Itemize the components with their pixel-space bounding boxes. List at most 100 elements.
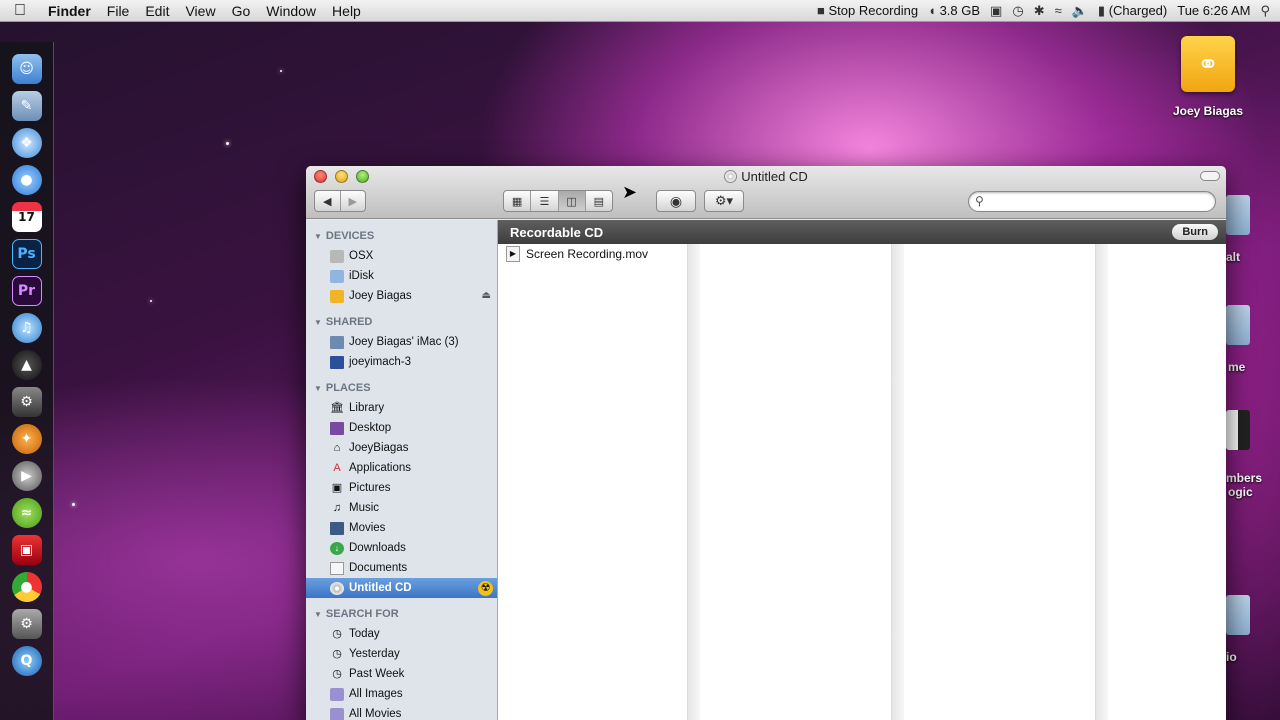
piano-icon[interactable] <box>1226 410 1250 450</box>
file-item[interactable]: ▶ Screen Recording.mov <box>498 244 687 264</box>
memory-meter[interactable]: ◖ 3.8 GB <box>928 3 980 18</box>
sidebar-item-osx[interactable]: OSX <box>306 246 497 266</box>
sidebar-item-label: Joey Biagas' iMac (3) <box>349 336 459 348</box>
action-menu-button[interactable]: ⚙▾ <box>704 190 744 212</box>
apple-logo-icon[interactable]:  <box>0 2 40 20</box>
sidebar-item-movies[interactable]: Movies <box>306 518 497 538</box>
sidebar-header-devices[interactable]: ▼ DEVICES <box>306 226 497 246</box>
display-icon[interactable]: ▣ <box>990 3 1002 19</box>
sidebar-item-all-movies[interactable]: All Movies <box>306 704 497 720</box>
finder-dock-icon[interactable]: ☺ <box>11 54 42 84</box>
column-divider[interactable] <box>892 244 904 720</box>
applications-icon: A <box>333 462 341 474</box>
column-divider[interactable] <box>688 244 700 720</box>
system-preferences-dock-icon[interactable]: ⚙ <box>11 609 42 639</box>
time-machine-icon[interactable]: ◷ <box>1012 3 1023 19</box>
sidebar-item-applications[interactable]: A Applications <box>306 458 497 478</box>
back-button[interactable]: ◀ <box>315 191 341 211</box>
safari-dock-icon[interactable]: ❖ <box>11 128 42 158</box>
sidebar-header-shared[interactable]: ▼ SHARED <box>306 312 497 332</box>
icon-view-button[interactable]: ▦ <box>504 191 532 211</box>
battery-label: (Charged) <box>1108 2 1168 18</box>
reason-dock-icon[interactable]: ✦ <box>11 424 42 454</box>
battery-status[interactable]: ▮ (Charged) <box>1098 3 1167 19</box>
folder-icon[interactable] <box>1226 305 1250 345</box>
stop-recording-menu[interactable]: ■ Stop Recording <box>817 3 918 18</box>
cover-flow-button[interactable]: ▤ <box>586 191 612 211</box>
sidebar-item-downloads[interactable]: ↓ Downloads <box>306 538 497 558</box>
hard-drive-icon <box>330 249 344 263</box>
burn-icon[interactable]: ☢ <box>478 580 493 596</box>
menu-help[interactable]: Help <box>324 3 369 19</box>
sidebar-item-untitled-cd[interactable]: Untitled CD ☢ <box>306 578 497 598</box>
wifi-icon[interactable]: ≈ <box>1055 3 1062 18</box>
path-title: Recordable CD <box>510 224 604 240</box>
column-divider[interactable] <box>1096 244 1108 720</box>
desktop-drive-icon[interactable]: ⚭ Joey Biagas <box>1170 36 1246 118</box>
sidebar-item-past-week[interactable]: ◷ Past Week <box>306 664 497 684</box>
menu-window[interactable]: Window <box>258 3 324 19</box>
sidebar-item-label: All Movies <box>349 708 402 720</box>
bluetooth-icon[interactable]: ✱ <box>1034 3 1045 19</box>
sidebar-item-idisk[interactable]: iDisk <box>306 266 497 286</box>
list-view-button[interactable]: ☰ <box>531 191 559 211</box>
folder-icon[interactable] <box>1226 195 1250 235</box>
window-titlebar[interactable]: Untitled CD ◀ ▶ ▦ ☰ ◫ ▤ ◉ ⚙▾ ⚲ <box>306 166 1226 219</box>
column-3[interactable] <box>904 244 1096 720</box>
menu-edit[interactable]: Edit <box>137 3 177 19</box>
search-input[interactable] <box>991 193 1206 210</box>
burn-button[interactable]: Burn <box>1172 224 1218 240</box>
sidebar-item-home[interactable]: ⌂ JoeyBiagas <box>306 438 497 458</box>
eject-icon[interactable]: ⏏ <box>482 286 491 306</box>
ical-dock-icon[interactable]: 17 <box>11 202 42 232</box>
sidebar-item-joey-biagas[interactable]: Joey Biagas ⏏ <box>306 286 497 306</box>
spotlight-icon[interactable]: ⚲ <box>1260 3 1270 19</box>
column-4[interactable] <box>1108 244 1226 720</box>
ichat-dock-icon[interactable]: ● <box>11 165 42 195</box>
sidebar-item-label: JoeyBiagas <box>349 442 409 454</box>
menu-file[interactable]: File <box>99 3 138 19</box>
photoshop-dock-icon[interactable]: Ps <box>11 239 42 269</box>
sidebar-item-documents[interactable]: Documents <box>306 558 497 578</box>
sidebar-item-yesterday[interactable]: ◷ Yesterday <box>306 644 497 664</box>
photo-booth-dock-icon[interactable]: ▣ <box>11 535 42 565</box>
compressor-dock-icon[interactable]: ⚙ <box>11 387 42 417</box>
sidebar-header-label: DEVICES <box>325 230 375 242</box>
column-view-button[interactable]: ◫ <box>558 191 586 211</box>
sidebar-header-places[interactable]: ▼ PLACES <box>306 378 497 398</box>
sidebar-header-search-for[interactable]: ▼ SEARCH FOR <box>306 604 497 624</box>
quicktime-dock-icon[interactable]: ▶ <box>11 461 42 491</box>
sidebar-item-all-images[interactable]: All Images <box>306 684 497 704</box>
column-1[interactable]: ▶ Screen Recording.mov <box>498 244 688 720</box>
spotify-dock-icon[interactable]: ≈ <box>11 498 42 528</box>
sidebar-item-today[interactable]: ◷ Today <box>306 624 497 644</box>
clock[interactable]: Tue 6:26 AM <box>1177 3 1250 18</box>
toolbar-toggle-button[interactable] <box>1200 171 1220 181</box>
sidebar-item-imac[interactable]: Joey Biagas' iMac (3) <box>306 332 497 352</box>
sidebar-item-label: Today <box>349 628 380 640</box>
forward-button[interactable]: ▶ <box>341 191 366 211</box>
menu-finder[interactable]: Finder <box>40 3 99 19</box>
logic-dock-icon[interactable]: ▲ <box>11 350 42 380</box>
sidebar-item-music[interactable]: ♫ Music <box>306 498 497 518</box>
sidebar-item-desktop[interactable]: Desktop <box>306 418 497 438</box>
volume-icon[interactable]: 🔈 <box>1072 3 1088 19</box>
sidebar-item-pictures[interactable]: ▣ Pictures <box>306 478 497 498</box>
sidebar: ▼ DEVICES OSX iDisk Joey Biagas ⏏ ▼ SHARED … <box>306 220 498 720</box>
itunes-dock-icon[interactable]: ♫ <box>11 313 42 343</box>
chrome-dock-icon[interactable]: ● <box>11 572 42 602</box>
window-title: Untitled CD <box>306 169 1226 184</box>
folder-icon[interactable] <box>1226 595 1250 635</box>
library-icon: 🏛 <box>330 402 344 414</box>
quick-look-button[interactable]: ◉ <box>656 190 696 212</box>
sidebar-item-joeyimach[interactable]: joeyimach-3 <box>306 352 497 372</box>
column-2[interactable] <box>700 244 892 720</box>
premiere-dock-icon[interactable]: Pr <box>11 276 42 306</box>
menu-go[interactable]: Go <box>224 3 259 19</box>
search-field[interactable]: ⚲ <box>968 191 1216 212</box>
external-drive-icon: ⚭ <box>1181 36 1235 92</box>
sidebar-item-library[interactable]: 🏛 Library <box>306 398 497 418</box>
quicktime-x-dock-icon[interactable]: Q <box>11 646 42 676</box>
menu-view[interactable]: View <box>177 3 223 19</box>
preview-dock-icon[interactable]: ✎ <box>11 91 42 121</box>
